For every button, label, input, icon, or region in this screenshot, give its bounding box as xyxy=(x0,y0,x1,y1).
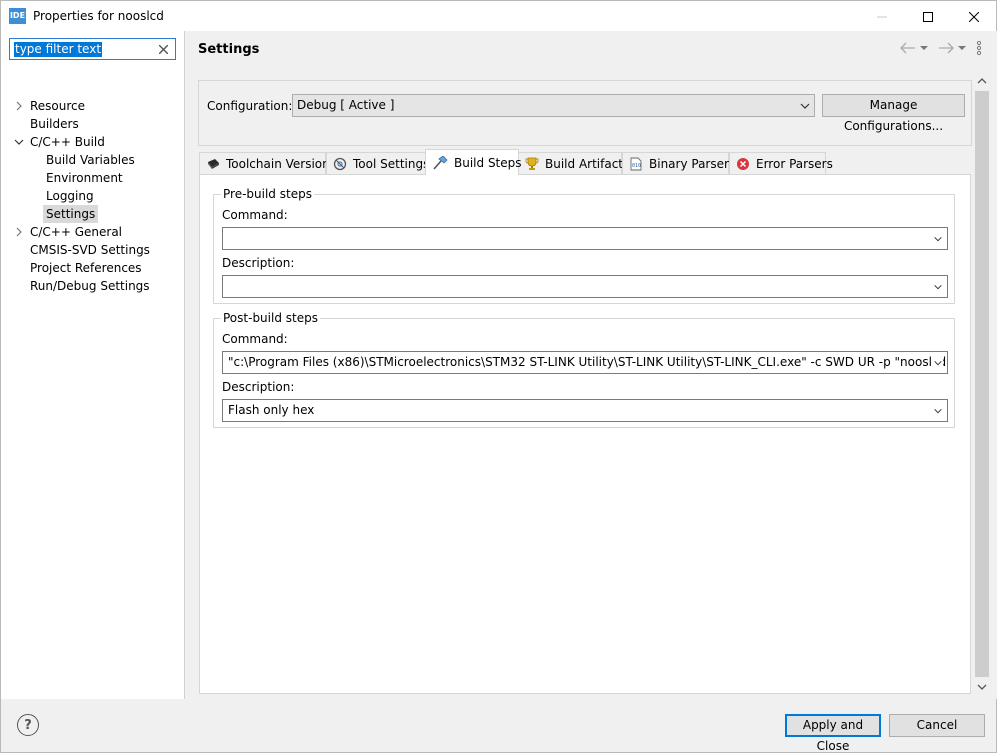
filter-box[interactable]: type filter text xyxy=(9,38,176,60)
cancel-button[interactable]: Cancel xyxy=(889,714,985,737)
chevron-right-icon[interactable] xyxy=(14,101,24,111)
pre-build-steps-group: Pre-build steps Command: Description: xyxy=(213,187,955,304)
window-title: Properties for nooslcd xyxy=(33,9,164,23)
binary-file-icon: 010 xyxy=(629,156,643,172)
tab-error-parsers[interactable]: Error Parsers xyxy=(729,152,833,175)
tree-item-cpp-general[interactable]: C/C++ General xyxy=(30,223,122,241)
tree-item-cmsis-svd-settings[interactable]: CMSIS-SVD Settings xyxy=(30,241,150,259)
pre-build-description-label: Description: xyxy=(222,256,295,270)
chevron-down-icon[interactable] xyxy=(931,358,943,368)
pre-build-command-input[interactable] xyxy=(222,227,948,250)
post-build-steps-title: Post-build steps xyxy=(221,311,320,325)
post-build-command-label: Command: xyxy=(222,332,288,346)
pre-build-description-input[interactable] xyxy=(222,275,948,298)
manage-configurations-button[interactable]: Manage Configurations... xyxy=(822,94,965,133)
tree-item-run-debug-settings[interactable]: Run/Debug Settings xyxy=(30,277,150,295)
navigation-icons xyxy=(900,41,982,55)
scroll-down-icon[interactable] xyxy=(977,683,987,691)
minimize-button[interactable] xyxy=(859,1,905,32)
chevron-down-icon xyxy=(800,103,810,109)
apply-and-close-button[interactable]: Apply and Close xyxy=(785,714,881,753)
svg-text:010: 010 xyxy=(632,163,641,169)
view-menu-icon[interactable] xyxy=(976,41,982,55)
help-icon: ? xyxy=(24,717,32,733)
post-build-steps-group: Post-build steps Command: "c:\Program Fi… xyxy=(213,311,955,428)
settings-tabs: Toolchain Version Tool Settings Build St… xyxy=(199,149,971,175)
forward-arrow-icon[interactable] xyxy=(938,42,954,54)
left-navigation-pane: type filter text Resource Builders C/C++… xyxy=(0,31,185,699)
chevron-down-icon[interactable] xyxy=(931,234,943,244)
configuration-select[interactable]: Debug [ Active ] xyxy=(292,94,815,117)
tab-build-steps[interactable]: Build Steps xyxy=(425,149,522,175)
clear-icon xyxy=(158,44,168,54)
filter-input[interactable]: type filter text xyxy=(14,42,103,57)
tab-build-artifact[interactable]: Build Artifact xyxy=(518,152,623,175)
tree-item-builders[interactable]: Builders xyxy=(30,115,79,133)
page-title: Settings xyxy=(198,42,260,57)
title-bar: IDE Properties for nooslcd xyxy=(0,0,997,31)
configuration-area: Configuration: Debug [ Active ] Manage C… xyxy=(198,80,972,146)
hammer-icon xyxy=(432,155,448,171)
clear-filter-button[interactable] xyxy=(156,42,170,56)
tab-toolchain-version[interactable]: Toolchain Version xyxy=(199,152,330,175)
help-button[interactable]: ? xyxy=(17,714,39,736)
chevron-down-icon[interactable] xyxy=(14,137,24,147)
back-dropdown-icon[interactable] xyxy=(920,44,928,52)
dialog-button-bar: ? Apply and Close Cancel xyxy=(0,699,997,753)
pre-build-command-label: Command: xyxy=(222,208,288,222)
configuration-value: Debug [ Active ] xyxy=(297,98,395,112)
pre-build-steps-title: Pre-build steps xyxy=(221,187,314,201)
tree-item-cpp-build[interactable]: C/C++ Build xyxy=(30,133,105,151)
settings-header: Settings xyxy=(186,31,996,68)
back-arrow-icon[interactable] xyxy=(900,42,916,54)
tree-item-project-references[interactable]: Project References xyxy=(30,259,142,277)
maximize-button[interactable] xyxy=(905,1,951,32)
error-icon xyxy=(736,156,750,172)
tree-item-build-variables[interactable]: Build Variables xyxy=(46,151,135,169)
tab-binary-parsers[interactable]: 010 Binary Parsers xyxy=(622,152,735,175)
chevron-down-icon[interactable] xyxy=(931,282,943,292)
vertical-scrollbar[interactable] xyxy=(973,73,991,695)
scrollbar-thumb[interactable] xyxy=(975,91,989,677)
post-build-description-input[interactable]: Flash only hex xyxy=(222,399,948,422)
build-steps-panel: Pre-build steps Command: Description: Po… xyxy=(199,174,971,694)
post-build-description-label: Description: xyxy=(222,380,295,394)
trophy-icon xyxy=(525,156,539,172)
tree-item-resource[interactable]: Resource xyxy=(30,97,85,115)
tree-item-environment[interactable]: Environment xyxy=(46,169,123,187)
forward-dropdown-icon[interactable] xyxy=(958,44,966,52)
tree-item-logging[interactable]: Logging xyxy=(46,187,94,205)
maximize-icon xyxy=(923,11,933,22)
tree-item-settings[interactable]: Settings xyxy=(43,205,99,223)
gear-icon xyxy=(333,156,347,172)
close-icon xyxy=(969,11,979,22)
post-build-command-input[interactable]: "c:\Program Files (x86)\STMicroelectroni… xyxy=(222,351,948,374)
tab-tool-settings[interactable]: Tool Settings xyxy=(326,152,429,175)
ide-app-icon: IDE xyxy=(9,8,26,24)
minimize-icon xyxy=(877,16,887,17)
chip-icon xyxy=(206,156,220,172)
close-window-button[interactable] xyxy=(951,1,997,32)
chevron-down-icon[interactable] xyxy=(931,406,943,416)
chevron-right-icon[interactable] xyxy=(14,227,24,237)
scroll-up-icon[interactable] xyxy=(977,77,987,85)
configuration-label: Configuration: xyxy=(207,99,293,113)
